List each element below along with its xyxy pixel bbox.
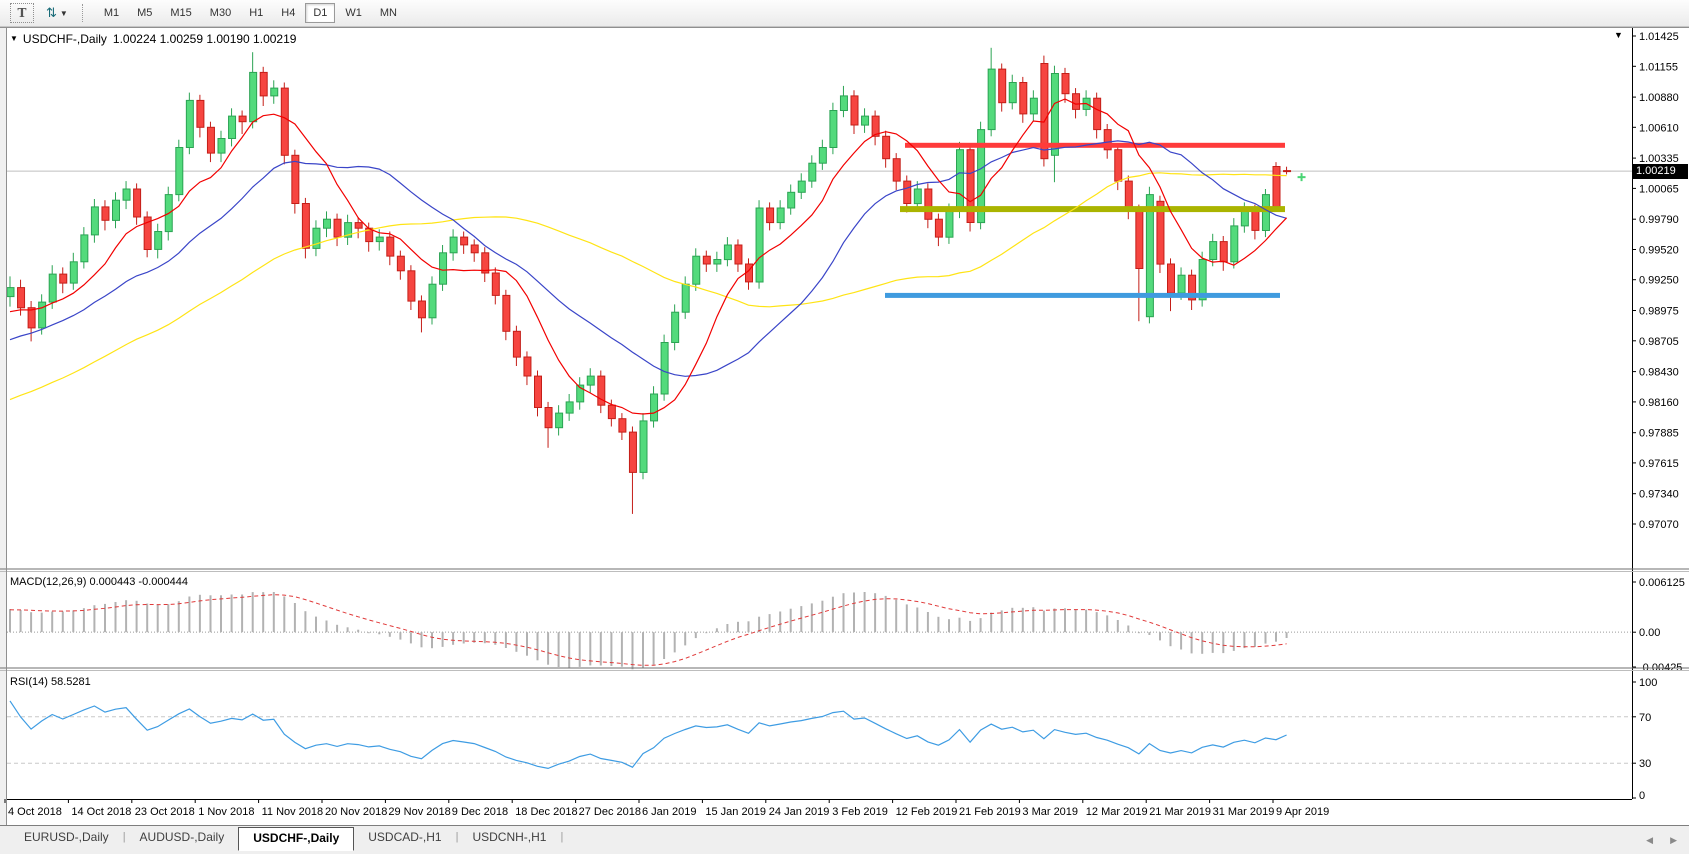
svg-text:3 Feb 2019: 3 Feb 2019 — [832, 806, 888, 818]
svg-text:31 Mar 2019: 31 Mar 2019 — [1213, 806, 1275, 818]
rsi-indicator-label: RSI(14) 58.5281 — [10, 676, 91, 688]
symbol-title: USDCHF-,Daily — [23, 32, 107, 46]
timeframe-d1-button[interactable]: D1 — [305, 3, 335, 23]
svg-text:29 Nov 2018: 29 Nov 2018 — [388, 806, 450, 818]
svg-text:0.97615: 0.97615 — [1639, 458, 1679, 470]
svg-text:70: 70 — [1639, 712, 1651, 724]
tab-separator: | — [560, 827, 563, 843]
svg-text:27 Dec 2018: 27 Dec 2018 — [579, 806, 641, 818]
svg-text:0.99250: 0.99250 — [1639, 275, 1679, 287]
svg-text:0.99790: 0.99790 — [1639, 214, 1679, 226]
svg-text:1.01155: 1.01155 — [1639, 61, 1678, 73]
chart-canvas[interactable]: 1.014251.011551.008801.006101.003351.000… — [0, 0, 1689, 854]
tab-usdcad-h1[interactable]: USDCAD-,H1 — [354, 827, 455, 849]
tab-scroll-right-icon[interactable]: ▶ — [1670, 835, 1677, 846]
tab-usdchf-daily[interactable]: USDCHF-,Daily — [238, 827, 354, 851]
text-tool-button[interactable]: T — [10, 3, 34, 23]
chart-tabs-bar: EURUSD-,Daily | AUDUSD-,Daily USDCHF-,Da… — [0, 825, 1689, 854]
macd-values: 0.000443 -0.000444 — [89, 576, 187, 588]
svg-text:24 Jan 2019: 24 Jan 2019 — [769, 806, 830, 818]
svg-text:4 Oct 2018: 4 Oct 2018 — [8, 806, 62, 818]
timeframe-m15-button[interactable]: M15 — [162, 3, 199, 23]
svg-text:0.006125: 0.006125 — [1639, 577, 1685, 589]
svg-text:9 Dec 2018: 9 Dec 2018 — [452, 806, 508, 818]
svg-text:0.97340: 0.97340 — [1639, 489, 1679, 501]
svg-text:9 Apr 2019: 9 Apr 2019 — [1276, 806, 1329, 818]
svg-text:12 Mar 2019: 12 Mar 2019 — [1086, 806, 1148, 818]
svg-text:15 Jan 2019: 15 Jan 2019 — [705, 806, 766, 818]
support-line-blue[interactable] — [885, 293, 1280, 298]
timeframe-w1-button[interactable]: W1 — [337, 3, 370, 23]
svg-text:0.98160: 0.98160 — [1639, 397, 1679, 409]
timeframe-mn-button[interactable]: MN — [372, 3, 405, 23]
svg-text:0.99520: 0.99520 — [1639, 245, 1679, 257]
svg-text:20 Nov 2018: 20 Nov 2018 — [325, 806, 387, 818]
chart-title: ▼ USDCHF-,Daily 1.00224 1.00259 1.00190 1.… — [10, 32, 296, 46]
timeframe-h1-button[interactable]: H1 — [241, 3, 271, 23]
svg-text:18 Dec 2018: 18 Dec 2018 — [515, 806, 577, 818]
macd-indicator-label: MACD(12,26,9) 0.000443 -0.000444 — [10, 576, 188, 588]
current-price-box: 1.00219 — [1633, 164, 1688, 179]
toolbar-separator — [82, 4, 83, 22]
symbol-collapse-triangle-icon[interactable]: ▼ — [10, 34, 18, 43]
svg-text:0.97070: 0.97070 — [1639, 519, 1679, 531]
rsi-name: RSI(14) — [10, 676, 48, 688]
cursor-arrows-icon[interactable]: ⇅ — [46, 5, 57, 21]
svg-text:0.98705: 0.98705 — [1639, 336, 1679, 348]
svg-text:1 Nov 2018: 1 Nov 2018 — [198, 806, 254, 818]
svg-text:6 Jan 2019: 6 Jan 2019 — [642, 806, 696, 818]
rsi-value: 58.5281 — [51, 676, 91, 688]
svg-text:0.00: 0.00 — [1639, 627, 1660, 639]
timeframe-h4-button[interactable]: H4 — [273, 3, 303, 23]
timeframe-m1-button[interactable]: M1 — [96, 3, 127, 23]
tool-dropdown-caret-icon[interactable]: ▼ — [60, 9, 68, 18]
tab-scroll-left-icon[interactable]: ◀ — [1646, 835, 1653, 846]
svg-text:1.00880: 1.00880 — [1639, 92, 1679, 104]
svg-text:1.00065: 1.00065 — [1639, 183, 1679, 195]
svg-text:12 Feb 2019: 12 Feb 2019 — [896, 806, 958, 818]
svg-text:1.00610: 1.00610 — [1639, 122, 1679, 134]
svg-text:1.01425: 1.01425 — [1639, 31, 1679, 43]
top-toolbar: T ⇅ ▼ M1 M5 M15 M30 H1 H4 D1 W1 MN — [0, 0, 1689, 27]
svg-text:30: 30 — [1639, 758, 1651, 770]
chart-menu-triangle-icon[interactable]: ▼ — [1614, 30, 1623, 40]
svg-text:0.97885: 0.97885 — [1639, 428, 1679, 440]
tab-usdcnh-h1[interactable]: USDCNH-,H1 — [458, 827, 560, 849]
support-line-olive[interactable] — [900, 206, 1285, 212]
svg-text:21 Feb 2019: 21 Feb 2019 — [959, 806, 1021, 818]
macd-name: MACD(12,26,9) — [10, 576, 86, 588]
svg-text:21 Mar 2019: 21 Mar 2019 — [1149, 806, 1211, 818]
timeframe-m5-button[interactable]: M5 — [129, 3, 160, 23]
svg-text:14 Oct 2018: 14 Oct 2018 — [71, 806, 131, 818]
svg-text:23 Oct 2018: 23 Oct 2018 — [135, 806, 195, 818]
svg-text:0.98975: 0.98975 — [1639, 306, 1679, 318]
ohlc-values: 1.00224 1.00259 1.00190 1.00219 — [113, 32, 297, 46]
svg-text:3 Mar 2019: 3 Mar 2019 — [1022, 806, 1078, 818]
svg-text:0: 0 — [1639, 790, 1645, 802]
tab-eurusd-daily[interactable]: EURUSD-,Daily — [10, 827, 123, 849]
svg-text:11 Nov 2018: 11 Nov 2018 — [262, 806, 324, 818]
tab-audusd-daily[interactable]: AUDUSD-,Daily — [126, 827, 239, 849]
svg-text:0.98430: 0.98430 — [1639, 367, 1679, 379]
svg-text:100: 100 — [1639, 677, 1657, 689]
timeframe-m30-button[interactable]: M30 — [202, 3, 239, 23]
